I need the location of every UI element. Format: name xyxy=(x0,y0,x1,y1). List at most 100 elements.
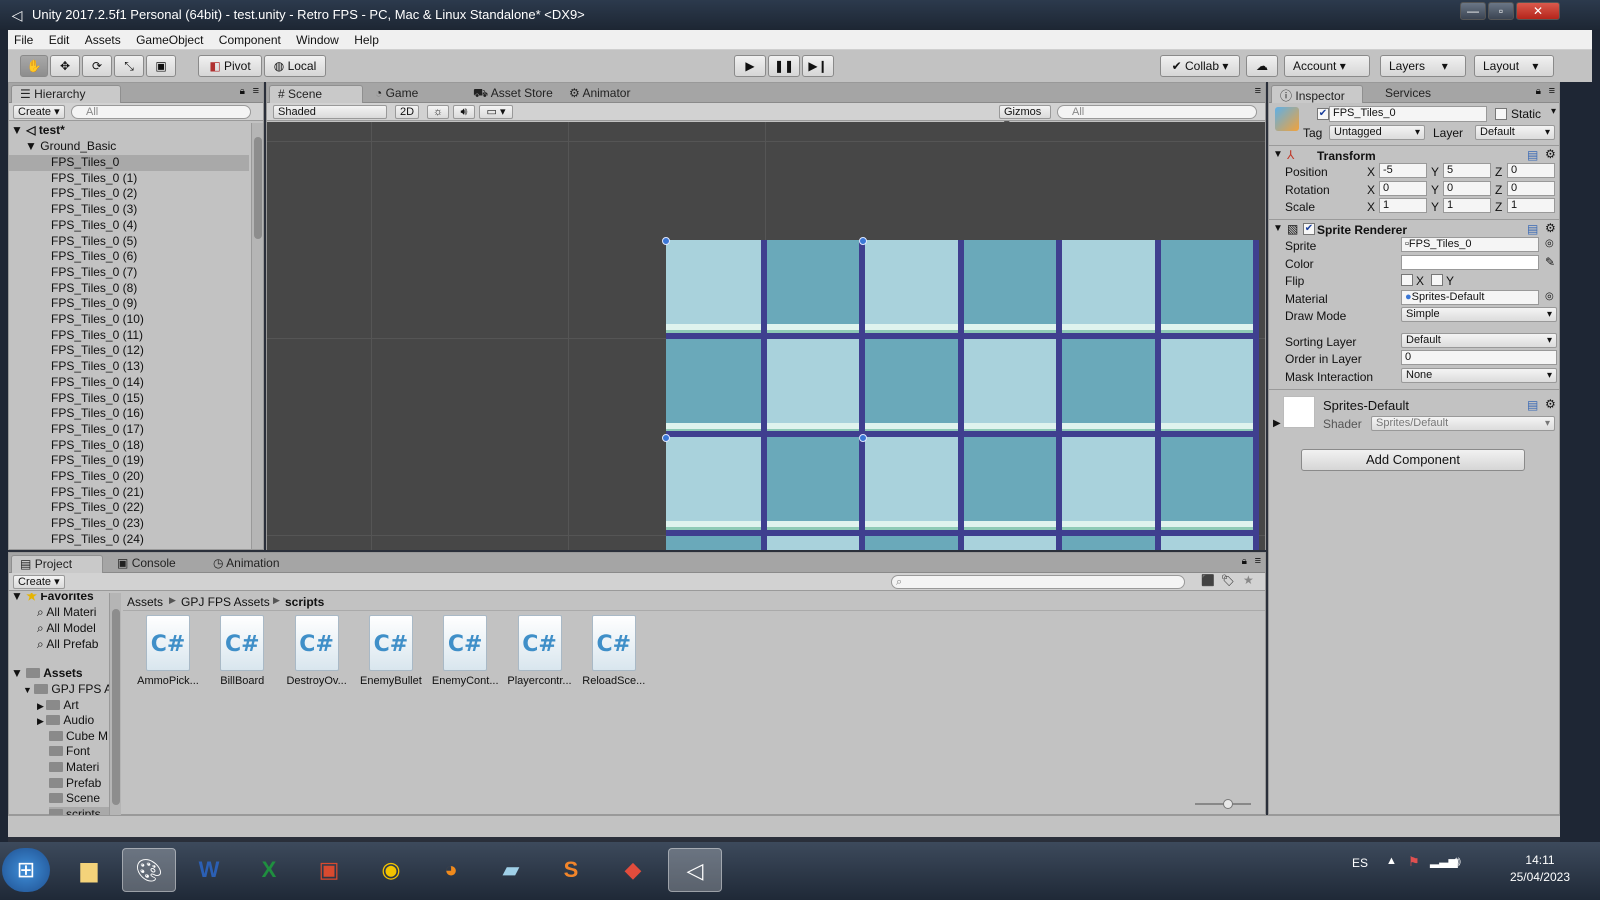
menu-help[interactable]: Help xyxy=(348,30,385,47)
hierarchy-item[interactable]: FPS_Tiles_0 (20) xyxy=(9,469,249,485)
hierarchy-item[interactable]: FPS_Tiles_0 (23) xyxy=(9,516,249,532)
audio-toggle-icon[interactable]: 🔊︎ xyxy=(453,105,475,119)
action-center-flag-icon[interactable]: ⚑ xyxy=(1408,854,1420,870)
scene-search-input[interactable]: All xyxy=(1057,105,1257,119)
sprite-tile[interactable] xyxy=(1060,240,1159,339)
hierarchy-item[interactable]: FPS_Tiles_0 (12) xyxy=(9,343,249,359)
sprite-tile[interactable] xyxy=(863,338,962,438)
sprite-tile[interactable] xyxy=(764,240,864,339)
tab-hierarchy[interactable]: ☰ Hierarchy xyxy=(11,85,121,103)
hierarchy-search-input[interactable]: All xyxy=(71,105,251,119)
lighting-toggle-icon[interactable]: ☼ xyxy=(427,105,449,119)
position-y-field[interactable]: 5 xyxy=(1443,163,1491,178)
lock-icon[interactable]: 🔒︎ xyxy=(1536,86,1541,97)
rect-handle-top-right[interactable] xyxy=(859,237,867,245)
close-button[interactable]: ✕ xyxy=(1516,2,1560,20)
object-picker-icon[interactable]: ◎ xyxy=(1545,238,1554,249)
rotate-tool-icon[interactable]: ⟳ xyxy=(82,55,112,77)
add-component-button[interactable]: Add Component xyxy=(1301,449,1525,471)
hierarchy-item[interactable]: FPS_Tiles_0 (16) xyxy=(9,406,249,422)
unity-taskbar-icon[interactable]: ◁ xyxy=(668,848,722,892)
asset-item[interactable]: C# EnemyBullet xyxy=(354,615,428,695)
menu-gameobject[interactable]: GameObject xyxy=(130,30,209,47)
eyedropper-icon[interactable]: ✎ xyxy=(1545,255,1555,269)
rotation-x-field[interactable]: 0 xyxy=(1379,181,1427,196)
tab-console[interactable]: ▣ Console xyxy=(109,555,189,573)
sprite-tile[interactable] xyxy=(961,437,1061,536)
panel-menu-icon[interactable]: ≡ xyxy=(1255,85,1261,97)
breadcrumb-item[interactable]: scripts xyxy=(285,595,324,609)
sprite-field[interactable]: ▫FPS_Tiles_0 xyxy=(1401,237,1539,252)
menu-window[interactable]: Window xyxy=(290,30,345,47)
zoom-slider[interactable] xyxy=(1195,799,1251,809)
project-folder-item[interactable]: scripts xyxy=(49,806,109,815)
object-picker-icon[interactable]: ◎ xyxy=(1545,291,1554,302)
layers-dropdown[interactable]: Layers ▾ xyxy=(1380,55,1466,77)
object-name-field[interactable]: FPS_Tiles_0 xyxy=(1329,106,1487,122)
tab-animation[interactable]: ◷ Animation xyxy=(205,555,301,573)
sprite-tile[interactable] xyxy=(666,437,765,536)
sprite-tile[interactable] xyxy=(666,535,765,550)
sprite-tile[interactable] xyxy=(961,535,1061,550)
favorite-item[interactable]: ⌕ All Prefab xyxy=(37,637,98,652)
project-folder-item[interactable]: Cube M xyxy=(49,729,108,743)
hierarchy-item[interactable]: FPS_Tiles_0 (17) xyxy=(9,422,249,438)
hierarchy-item[interactable]: FPS_Tiles_0 (5) xyxy=(9,234,249,250)
hierarchy-item[interactable]: FPS_Tiles_0 (24) xyxy=(9,532,249,548)
collab-dropdown[interactable]: ✔ Collab ▾ xyxy=(1160,55,1240,77)
scale-tool-icon[interactable]: ⤡ xyxy=(114,55,144,77)
asset-item[interactable]: C# EnemyCont... xyxy=(428,615,502,695)
zoom-slider-handle[interactable] xyxy=(1223,799,1233,809)
scene-viewport[interactable] xyxy=(267,122,1265,550)
project-folder-item[interactable]: Materi xyxy=(49,760,99,774)
settings-gear-icon[interactable]: ⚙ xyxy=(1545,147,1556,161)
panel-menu-icon[interactable]: ≡ xyxy=(253,85,259,97)
favorite-star-icon[interactable]: ★ xyxy=(1243,573,1254,587)
start-button-icon[interactable]: ⊞ xyxy=(2,848,50,892)
sprite-tile[interactable] xyxy=(666,240,765,339)
hierarchy-item[interactable]: FPS_Tiles_0 (15) xyxy=(9,391,249,407)
sprite-tile[interactable] xyxy=(764,535,864,550)
color-swatch[interactable] xyxy=(1401,255,1539,270)
hierarchy-item[interactable]: FPS_Tiles_0 xyxy=(9,155,249,171)
flip-y-checkbox[interactable] xyxy=(1431,274,1443,286)
flip-x-checkbox[interactable] xyxy=(1401,274,1413,286)
sprite-tile[interactable] xyxy=(961,338,1061,438)
rect-handle-top-left[interactable] xyxy=(662,237,670,245)
language-indicator[interactable]: ES xyxy=(1352,856,1368,870)
sprite-tile[interactable] xyxy=(1158,437,1258,536)
asset-item[interactable]: C# Playercontr... xyxy=(503,615,577,695)
hierarchy-item[interactable]: FPS_Tiles_0 (6) xyxy=(9,249,249,265)
sprite-tile[interactable] xyxy=(863,240,962,339)
favorite-item[interactable]: ⌕ All Materi xyxy=(37,605,96,620)
project-search-input[interactable]: ⌕ xyxy=(891,575,1185,589)
local-toggle[interactable]: ◍ Local xyxy=(264,55,326,77)
layout-dropdown[interactable]: Layout ▾ xyxy=(1474,55,1554,77)
rect-tool-icon[interactable]: ▣ xyxy=(146,55,176,77)
asset-item[interactable]: C# AmmoPick... xyxy=(131,615,205,695)
project-tree-scrollbar[interactable] xyxy=(109,593,121,815)
word-icon[interactable]: W xyxy=(182,848,236,892)
breadcrumb-item[interactable]: GPJ FPS Assets xyxy=(181,595,270,609)
notes-icon[interactable]: ▰ xyxy=(484,848,538,892)
project-create-dropdown[interactable]: Create ▾ xyxy=(13,575,65,589)
rect-handle-bottom-right[interactable] xyxy=(859,434,867,442)
sublime-text-icon[interactable]: S xyxy=(544,848,598,892)
settings-gear-icon[interactable]: ⚙ xyxy=(1545,221,1556,235)
account-dropdown[interactable]: Account ▾ xyxy=(1284,55,1370,77)
lock-icon[interactable]: 🔒︎ xyxy=(240,86,245,97)
scale-y-field[interactable]: 1 xyxy=(1443,198,1491,213)
rotation-z-field[interactable]: 0 xyxy=(1507,181,1555,196)
hierarchy-item[interactable]: FPS_Tiles_0 (13) xyxy=(9,359,249,375)
hierarchy-item[interactable]: FPS_Tiles_0 (22) xyxy=(9,500,249,516)
sprite-tile[interactable] xyxy=(1158,535,1258,550)
hierarchy-item[interactable]: FPS_Tiles_0 (3) xyxy=(9,202,249,218)
sprite-tile[interactable] xyxy=(764,437,864,536)
move-tool-icon[interactable]: ✥ xyxy=(50,55,80,77)
scrollbar-thumb[interactable] xyxy=(254,137,262,239)
static-dropdown-icon[interactable]: ▾ xyxy=(1551,106,1556,117)
scene-root-row[interactable]: ▼ ◁ test* xyxy=(9,123,249,139)
sprite-tile[interactable] xyxy=(764,338,864,438)
settings-gear-icon[interactable]: ⚙ xyxy=(1545,397,1556,411)
maximize-button[interactable]: ▫ xyxy=(1488,2,1514,20)
